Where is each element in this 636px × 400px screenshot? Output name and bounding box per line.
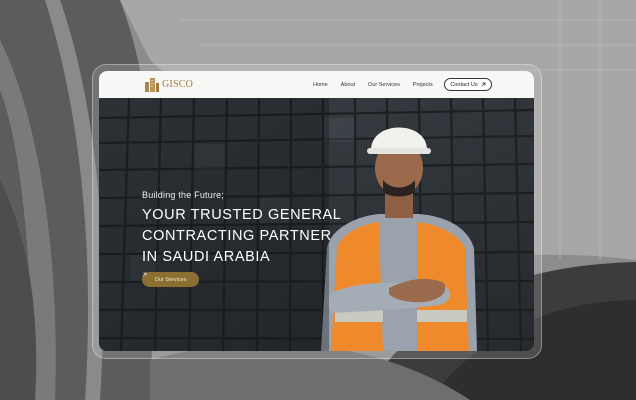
arrow-up-right-icon (481, 82, 485, 87)
nav-our-services[interactable]: Our Services (368, 82, 400, 88)
hero-headline: YOUR TRUSTED GENERAL CONTRACTING PARTNER… (142, 205, 341, 268)
arrow-up-right-icon (142, 272, 147, 277)
our-services-label: Our Services (154, 276, 187, 283)
brand-name: GISCO (162, 79, 194, 90)
headline-line-2: CONTRACTING PARTNER (142, 228, 332, 244)
contact-us-label: Contact Us (450, 81, 478, 88)
nav-home[interactable]: Home (313, 82, 328, 88)
contact-us-button[interactable]: Contact Us (444, 78, 492, 91)
hero-tagline: Building the Future; (142, 190, 225, 200)
website-window: GISCO Home About Our Services Projects C… (99, 71, 534, 351)
nav-about[interactable]: About (341, 82, 355, 88)
building-icon (145, 78, 159, 92)
nav-links: Home About Our Services Projects (313, 71, 433, 98)
headline-line-3: IN SAUDI ARABIA (142, 249, 271, 265)
logo[interactable]: GISCO (144, 77, 193, 92)
navbar: GISCO Home About Our Services Projects C… (99, 71, 534, 98)
hero-section: Building the Future; YOUR TRUSTED GENERA… (99, 98, 534, 351)
nav-projects[interactable]: Projects (413, 82, 433, 88)
headline-line-1: YOUR TRUSTED GENERAL (142, 207, 342, 223)
our-services-button[interactable]: Our Services (142, 272, 199, 287)
